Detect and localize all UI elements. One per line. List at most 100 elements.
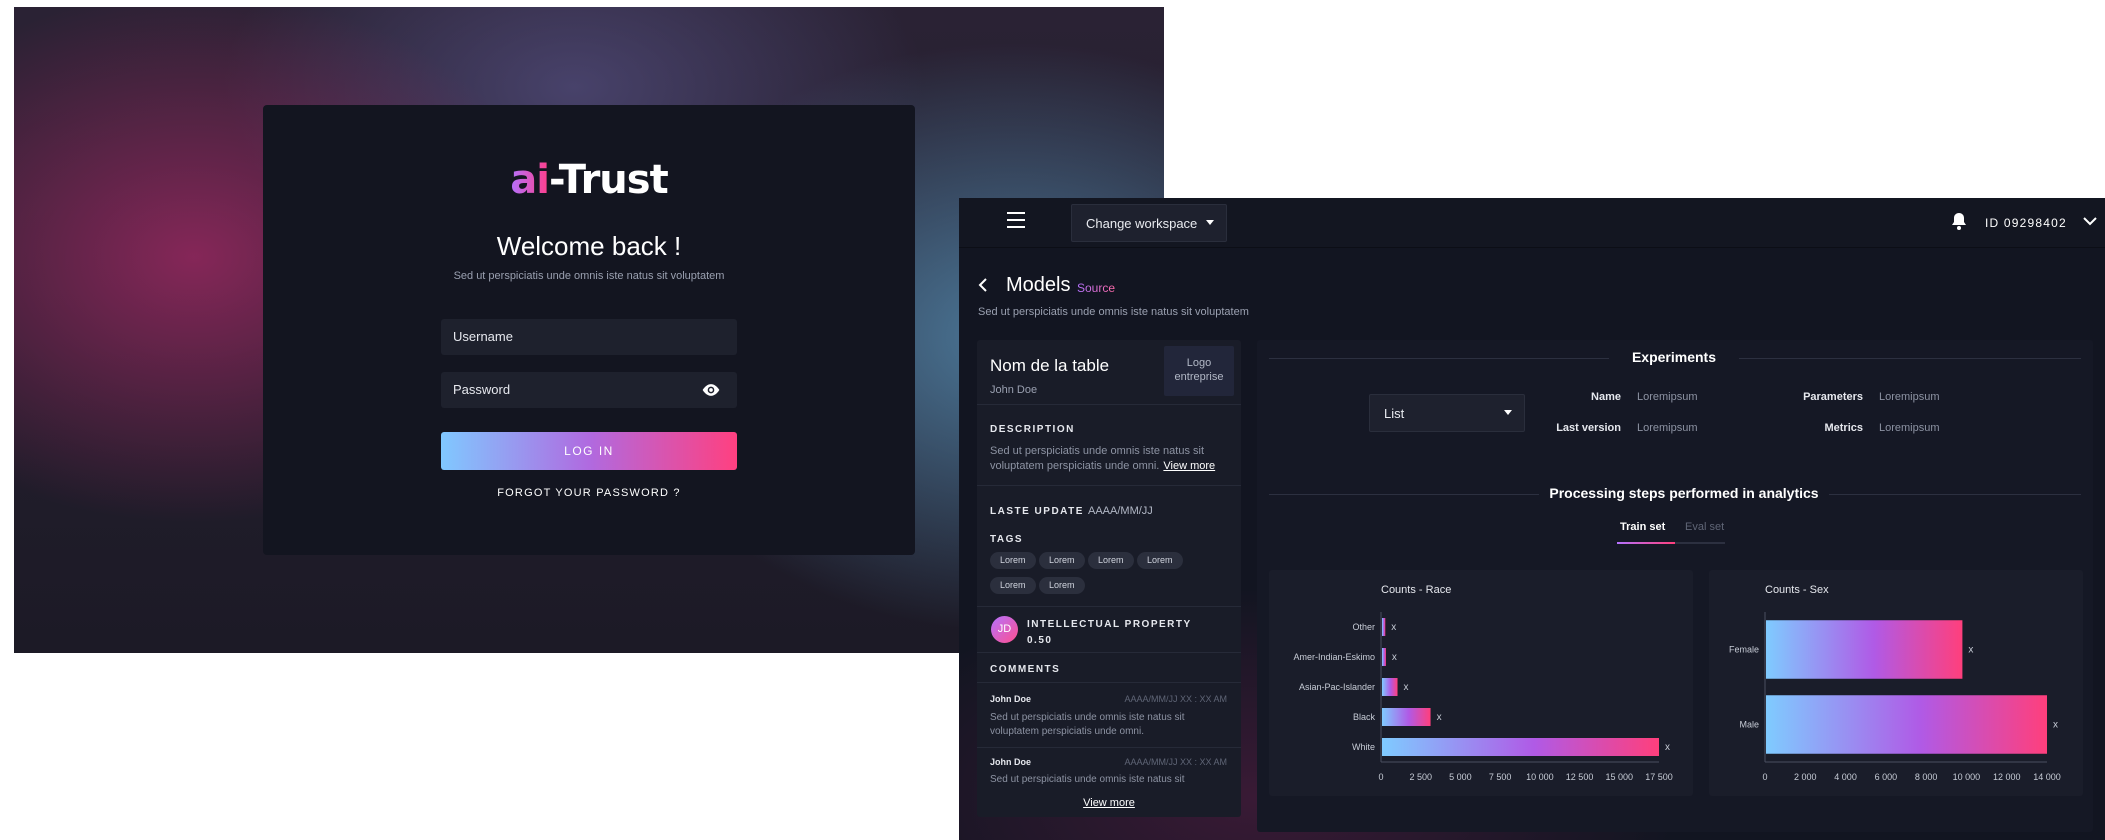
chart-card-race: Counts - Race Other x Amer-Indian-Eskimo x A… [1269,570,1693,796]
description-label: DESCRIPTION [990,424,1075,435]
comments-label: COMMENTS [990,664,1061,675]
experiment-field-key: Parameters [1803,391,1863,403]
tab-track [1675,542,1725,544]
eye-icon[interactable] [701,382,721,398]
category-label: Black [1353,712,1376,722]
x-tick-label: 0 [1762,772,1767,782]
last-update-value: AAAA/MM/JJ [1088,505,1153,517]
bar-white[interactable] [1382,738,1659,756]
bar-amer-indian-eskimo[interactable] [1382,648,1386,666]
table-owner: John Doe [990,384,1038,396]
experiment-field-value: Loremipsum [1637,422,1698,434]
ip-value: 0.50 [1027,635,1053,646]
welcome-subtitle: Sed ut perspiciatis unde omnis iste natu… [453,270,725,282]
comment-text: Sed ut perspiciatis unde omnis iste natu… [990,774,1185,785]
bar-male[interactable] [1766,695,2047,754]
comment-author: John Doe [990,757,1032,767]
divider [977,606,1241,607]
tag-chip[interactable]: Lorem [990,552,1036,569]
password-field[interactable]: Password [441,372,737,408]
menu-icon[interactable] [1007,212,1025,230]
table-title: Nom de la table [990,356,1110,375]
category-label: White [1352,742,1375,752]
experiment-field-key: Last version [1556,422,1621,434]
caret-down-icon [1206,220,1214,225]
divider [1739,358,2081,359]
brand-logo: ai-Trust [263,157,915,203]
active-tab-indicator [1617,542,1675,544]
description-view-more-link[interactable]: View more [1163,460,1215,472]
data-label: x [2053,720,2058,731]
password-placeholder: Password [453,382,511,397]
bar-female[interactable] [1766,620,1963,679]
avatar: JD [991,616,1018,643]
x-tick-label: 6 000 [1875,772,1898,782]
tab-train-set[interactable]: Train set [1620,521,1665,533]
experiment-list-select[interactable]: List [1369,394,1525,432]
x-tick-label: 14 000 [2033,772,2061,782]
view-more-comments-link[interactable]: View more [977,797,1241,809]
source-label[interactable]: Source [1077,281,1115,295]
category-label: Other [1352,622,1375,632]
tag-chip[interactable]: Lorem [1137,552,1183,569]
x-tick-label: 5 000 [1449,772,1472,782]
divider [1829,494,2081,495]
x-tick-label: 12 000 [1993,772,2021,782]
bar-black[interactable] [1382,708,1431,726]
forgot-password-link[interactable]: FORGOT YOUR PASSWORD ? [263,487,915,499]
login-card: ai-Trust Welcome back ! Sed ut perspicia… [263,105,915,555]
table-info-panel: Nom de la table John Doe Logo entreprise… [977,340,1241,817]
tag-chip[interactable]: Lorem [1088,552,1134,569]
x-tick-label: 0 [1378,772,1383,782]
welcome-heading: Welcome back ! [496,231,682,261]
caret-down-icon [1504,410,1512,415]
page-title: Models [1006,274,1071,296]
top-bar: Change workspace ID 09298402 [959,198,2105,248]
category-label: Asian-Pac-Islander [1299,682,1375,692]
tag-chip[interactable]: Lorem [990,577,1036,594]
data-label: x [1665,742,1670,753]
bell-icon[interactable] [1951,212,1967,230]
data-label: x [1404,682,1409,693]
back-arrow-icon[interactable] [978,278,988,292]
comment-date: AAAA/MM/JJ XX : XX AM [1124,757,1227,767]
ip-label: INTELLECTUAL PROPERTY [1027,619,1192,630]
divider [977,682,1241,683]
data-label: x [1968,645,1973,656]
company-logo: Logo entreprise [1164,346,1234,396]
data-label: x [1391,622,1396,633]
change-workspace-button[interactable]: Change workspace [1071,204,1227,242]
x-tick-label: 8 000 [1915,772,1938,782]
bar-other[interactable] [1382,618,1386,636]
experiments-panel: Experiments List Name Loremipsum Last ve… [1257,340,2093,832]
username-field[interactable]: Username [441,319,737,355]
login-button[interactable]: LOG IN [441,432,737,470]
divider [1269,494,1539,495]
experiment-field-value: Loremipsum [1637,391,1698,403]
experiment-field-key: Metrics [1824,422,1863,434]
bar-asian-pac-islander[interactable] [1382,678,1398,696]
chart-card-sex: Counts - Sex Female x Male x 0 2 000 4 000 6 00… [1709,570,2083,796]
tab-eval-set[interactable]: Eval set [1685,521,1724,533]
chevron-down-icon[interactable] [2083,216,2097,226]
data-label: x [1392,652,1397,663]
divider [977,747,1241,748]
experiments-title: Experiments [1631,349,1717,365]
divider [977,485,1241,486]
x-tick-label: 10 000 [1526,772,1554,782]
data-label: x [1437,712,1442,723]
tag-chip[interactable]: Lorem [1039,577,1085,594]
tag-chip[interactable]: Lorem [1039,552,1085,569]
x-tick-label: 10 000 [1953,772,1981,782]
divider [1269,358,1609,359]
processing-title: Processing steps performed in analytics [1549,485,1819,501]
x-tick-label: 2 000 [1794,772,1817,782]
category-label: Amer-Indian-Eskimo [1293,652,1375,662]
sex-chart: Female x Male x 0 2 000 4 000 6 000 8 000 10 000 1… [1729,612,2061,782]
comment-date: AAAA/MM/JJ XX : XX AM [1124,694,1227,704]
list-select-value: List [1384,406,1405,421]
page-subtitle: Sed ut perspiciatis unde omnis iste natu… [978,306,1249,318]
models-screen: Change workspace ID 09298402 Models Sour… [959,198,2105,840]
logo-prefix: ai [510,157,550,203]
user-id[interactable]: ID 09298402 [1985,216,2067,230]
